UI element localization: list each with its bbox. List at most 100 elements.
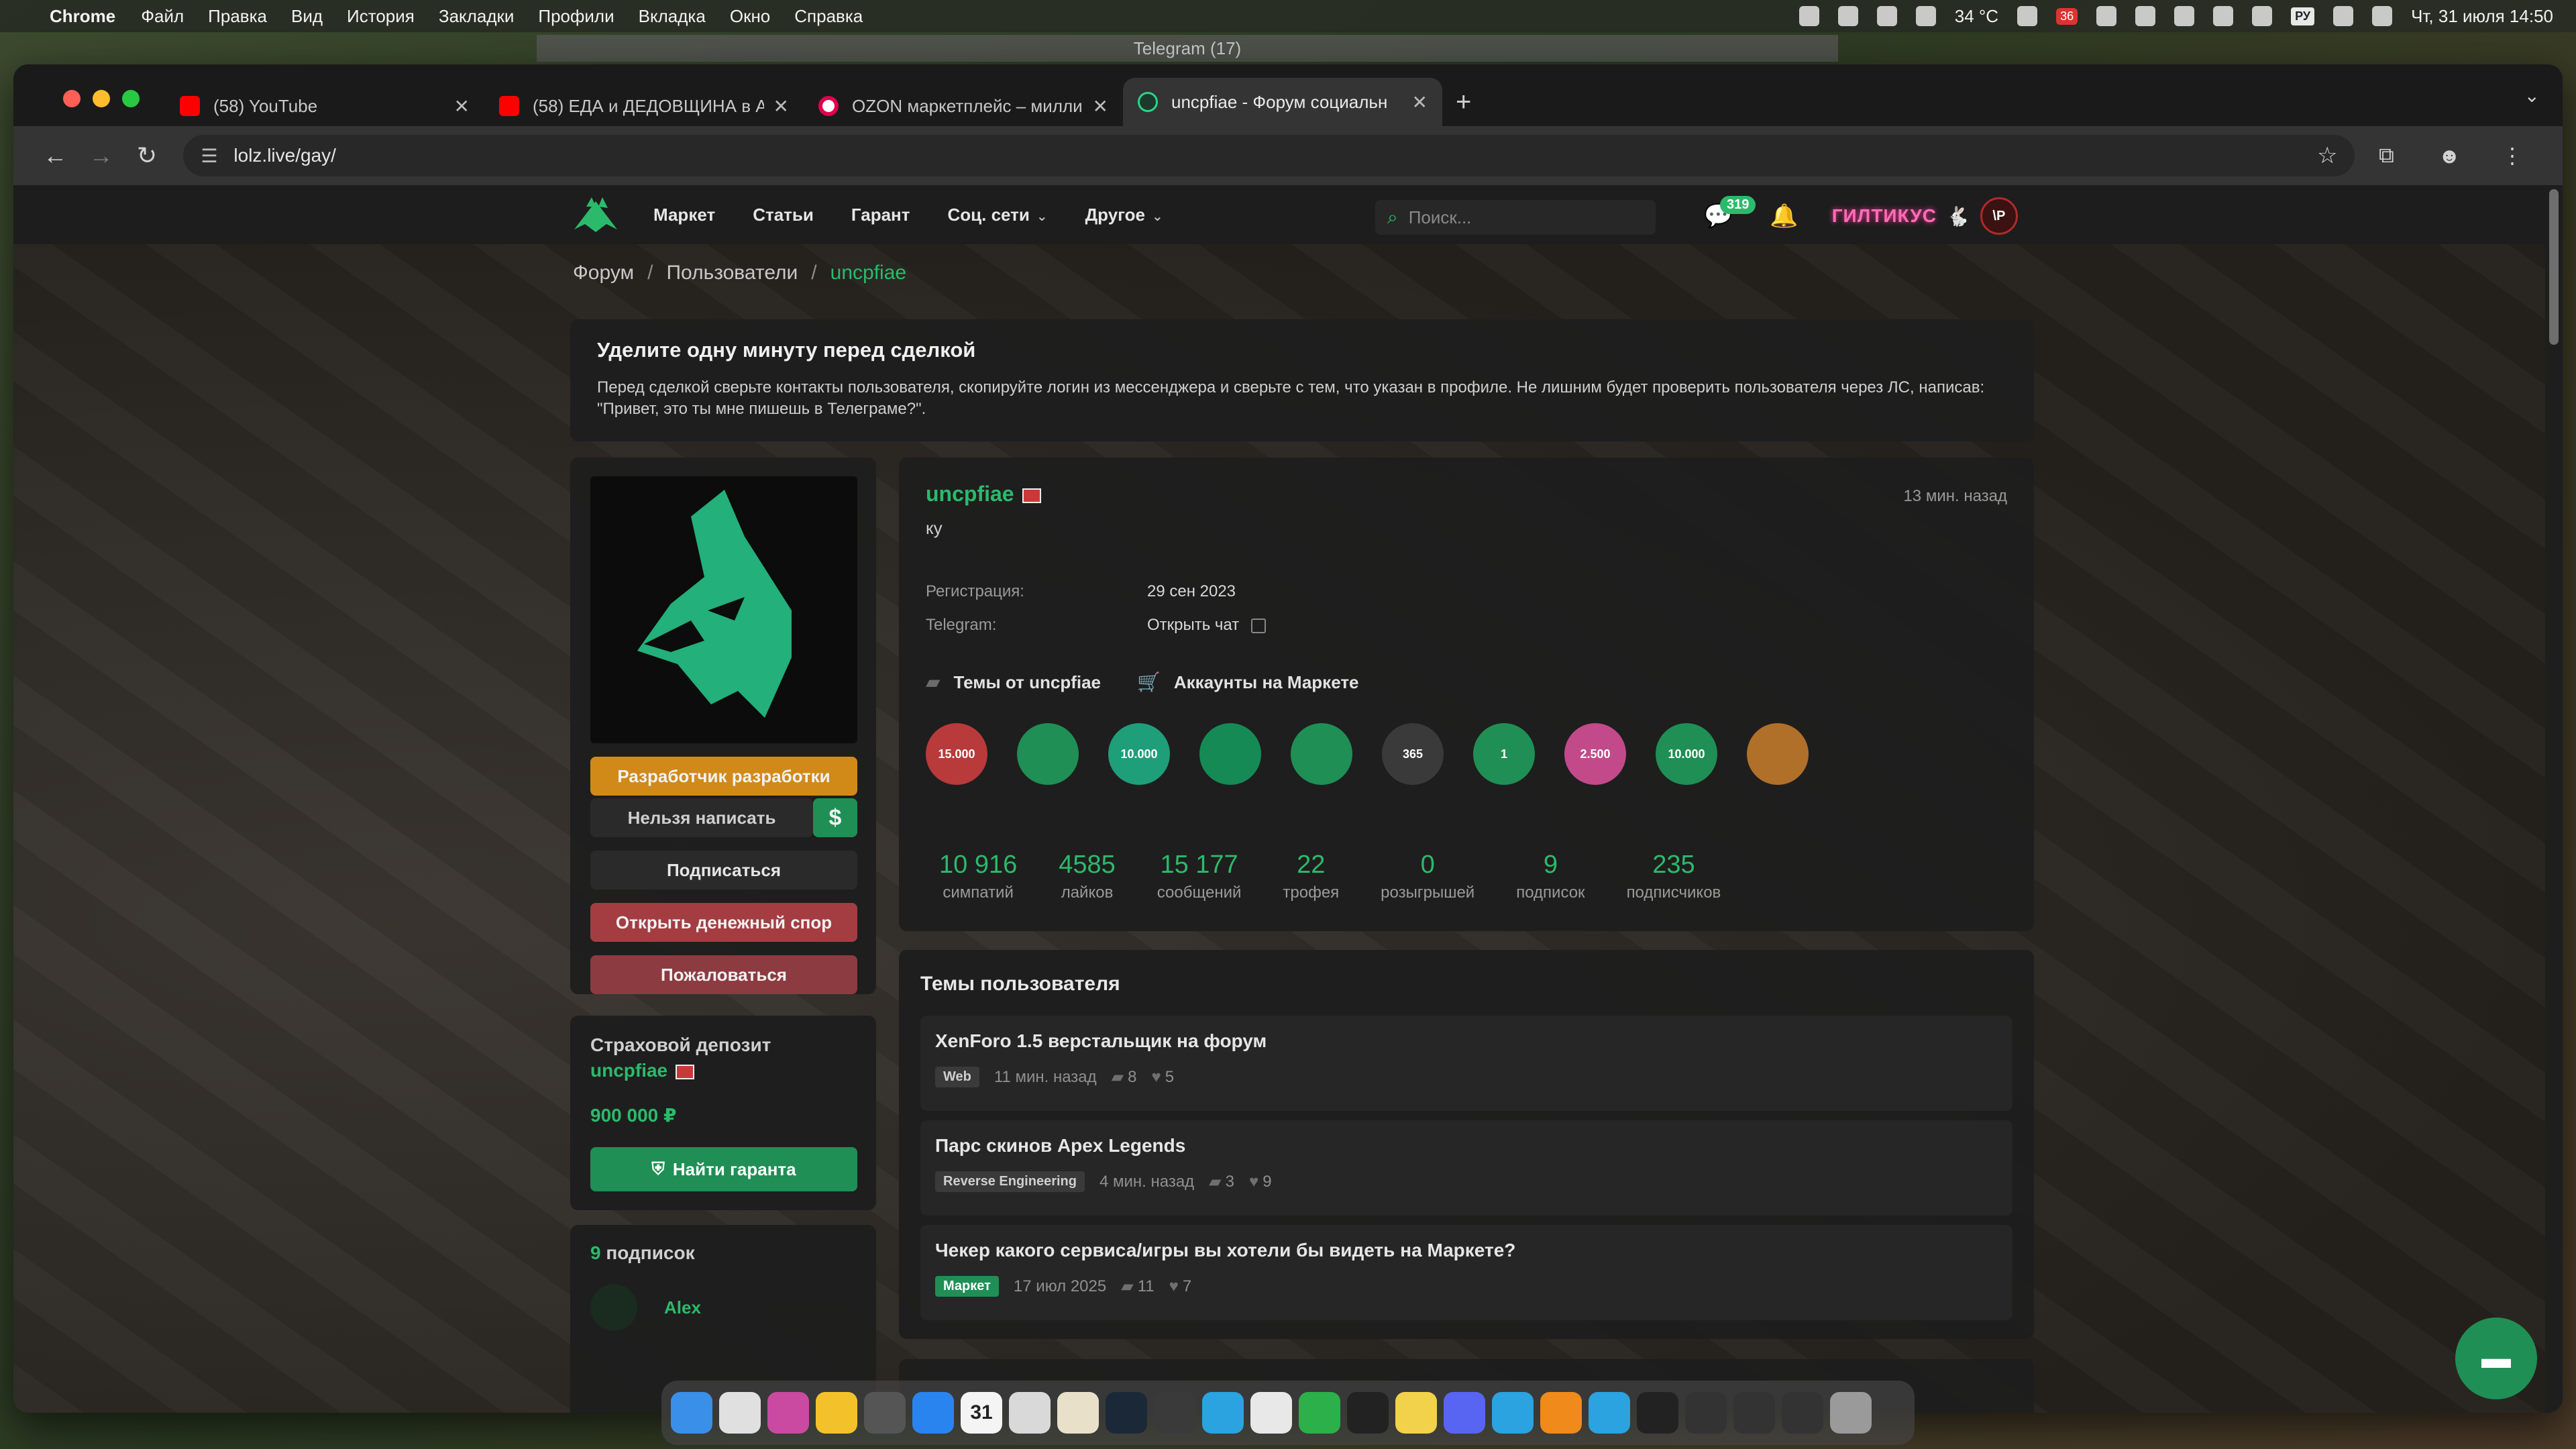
subscription-item[interactable]: Alex: [590, 1284, 856, 1331]
menu-file[interactable]: Файл: [141, 6, 184, 27]
trophy-badge[interactable]: [1017, 723, 1079, 785]
current-user-avatar[interactable]: \P: [1980, 197, 2018, 235]
new-tab-plus-icon[interactable]: +: [1456, 87, 1471, 126]
wordpress-tray-icon[interactable]: [2017, 6, 2038, 26]
tab-lolz-active[interactable]: uncpfiae - Форум социальн ✕: [1123, 78, 1442, 126]
thread-item[interactable]: Парс скинов Apex Legends Reverse Engineer…: [920, 1120, 2012, 1216]
telegram-icon-3[interactable]: [1589, 1392, 1630, 1434]
menu-help[interactable]: Справка: [794, 6, 863, 27]
subscribe-button[interactable]: Подписаться: [590, 851, 857, 890]
settings-icon[interactable]: [864, 1392, 906, 1434]
wifi-off-icon[interactable]: [2252, 6, 2273, 26]
nav-other[interactable]: Другое ⌄: [1085, 205, 1163, 225]
trophy-badge[interactable]: 10.000: [1656, 723, 1717, 785]
find-guarantor-button[interactable]: ⛨ Найти гаранта: [590, 1147, 857, 1191]
app-tray-icon[interactable]: [1837, 6, 1858, 26]
close-tab-icon[interactable]: ✕: [454, 95, 470, 117]
nav-guarantor[interactable]: Гарант: [851, 205, 910, 225]
close-window-button[interactable]: [63, 90, 80, 107]
calendar-icon[interactable]: 31: [961, 1392, 1002, 1434]
reload-icon[interactable]: ↻: [124, 142, 170, 170]
keyboard-layout[interactable]: РУ: [2291, 7, 2315, 25]
zoom-window-button[interactable]: [122, 90, 140, 107]
stat-item[interactable]: 15 177 сообщений: [1157, 851, 1242, 902]
back-arrow-icon[interactable]: ←: [32, 142, 78, 170]
scrollbar[interactable]: [2545, 185, 2563, 1413]
deposit-user[interactable]: uncpfiae: [590, 1060, 856, 1081]
copy-icon[interactable]: [1251, 618, 1267, 633]
stat-item[interactable]: 10 916 симпатий: [939, 851, 1017, 902]
telegram-tray-icon-2[interactable]: [1915, 6, 1936, 26]
trophy-badge[interactable]: 2.500: [1564, 723, 1626, 785]
thread-tag[interactable]: Маркет: [935, 1276, 999, 1297]
profile-avatar[interactable]: [590, 476, 857, 743]
volume-icon[interactable]: [2174, 6, 2195, 26]
chatgpt-icon[interactable]: [1250, 1392, 1292, 1434]
kebab-menu-icon[interactable]: ⋮: [2481, 143, 2544, 168]
breadcrumb-current[interactable]: uncpfiae: [830, 262, 906, 284]
stat-item[interactable]: 0 розыгрышей: [1381, 851, 1474, 902]
chrome-icon[interactable]: [719, 1392, 761, 1434]
url-text[interactable]: lolz.live/gay/: [233, 145, 2317, 166]
cannot-write-button[interactable]: Нельзя написать: [590, 798, 813, 837]
thread-tag[interactable]: Reverse Engineering: [935, 1171, 1085, 1192]
trophy-badge[interactable]: 1: [1473, 723, 1535, 785]
menu-edit[interactable]: Правка: [208, 6, 267, 27]
subscription-name[interactable]: Alex: [664, 1297, 701, 1318]
steam-icon[interactable]: [1106, 1392, 1147, 1434]
tab-youtube[interactable]: (58) YouTube ✕: [165, 86, 484, 126]
shazam-tray-icon[interactable]: [1876, 6, 1897, 26]
report-button[interactable]: Пожаловаться: [590, 955, 857, 994]
close-tab-icon[interactable]: ✕: [1093, 95, 1108, 117]
open-dispute-button[interactable]: Открыть денежный спор: [590, 903, 857, 942]
appstore-icon[interactable]: [912, 1392, 954, 1434]
trophy-badge[interactable]: 365: [1382, 723, 1444, 785]
nav-social[interactable]: Соц. сети ⌄: [948, 205, 1048, 225]
tab-youtube-video[interactable]: (58) ЕДА и ДЕДОВЩИНА в А ✕: [484, 86, 804, 126]
activity-icon[interactable]: [1637, 1392, 1678, 1434]
conversations-icon[interactable]: 💬 319: [1704, 196, 1756, 229]
developer-title-badge[interactable]: Разработчик разработки: [590, 757, 857, 796]
subscription-avatar[interactable]: [590, 1284, 637, 1331]
clock[interactable]: Чт, 31 июля 14:50: [2411, 6, 2553, 27]
profile-avatar-icon[interactable]: ☻: [2418, 144, 2481, 168]
nav-market[interactable]: Маркет: [653, 205, 715, 225]
arc-icon[interactable]: [767, 1392, 809, 1434]
window-3[interactable]: [1782, 1392, 1823, 1434]
thread-tag[interactable]: Web: [935, 1067, 979, 1087]
trophy-badge[interactable]: 15.000: [926, 723, 987, 785]
chat-fab-icon[interactable]: ▬: [2455, 1318, 2537, 1399]
thread-title[interactable]: Парс скинов Apex Legends: [935, 1135, 1998, 1157]
vpn-tray-icon[interactable]: [2096, 6, 2117, 26]
thread-item[interactable]: Чекер какого сервиса/игры вы хотели бы в…: [920, 1225, 2012, 1320]
wordpress-tray-icon-2[interactable]: [2135, 6, 2156, 26]
dollar-transfer-button[interactable]: $: [813, 798, 857, 837]
control-center-icon[interactable]: [2372, 6, 2393, 26]
notes-icon[interactable]: [1009, 1392, 1051, 1434]
trophy-badge[interactable]: [1747, 723, 1809, 785]
close-tab-icon[interactable]: ✕: [773, 95, 789, 117]
profile-username[interactable]: uncpfiae: [926, 482, 1041, 506]
forward-arrow-icon[interactable]: →: [78, 142, 123, 170]
telegram-open-chat[interactable]: Открыть чат: [1147, 616, 1267, 635]
minimize-window-button[interactable]: [93, 90, 110, 107]
bookmark-star-icon[interactable]: ☆: [2317, 142, 2337, 169]
breadcrumb-users[interactable]: Пользователи: [666, 262, 798, 284]
battery-badge[interactable]: 36: [2056, 7, 2078, 25]
thread-title[interactable]: XenForo 1.5 верстальщик на форум: [935, 1030, 1998, 1052]
finder-icon[interactable]: [671, 1392, 712, 1434]
trophy-badge[interactable]: 10.000: [1108, 723, 1170, 785]
telegram-icon-2[interactable]: [1492, 1392, 1534, 1434]
sublime-icon[interactable]: [1540, 1392, 1582, 1434]
stat-item[interactable]: 9 подписок: [1516, 851, 1585, 902]
stat-item[interactable]: 22 трофея: [1283, 851, 1339, 902]
address-bar[interactable]: ☰ lolz.live/gay/ ☆: [183, 135, 2355, 176]
app-menu-chrome[interactable]: Chrome: [50, 6, 115, 27]
terminal-icon[interactable]: [1347, 1392, 1389, 1434]
tab-ozon[interactable]: OZON маркетплейс – милли ✕: [804, 86, 1123, 126]
lolz-logo-icon[interactable]: [572, 195, 620, 235]
telegram-icon[interactable]: [1202, 1392, 1244, 1434]
menu-bookmarks[interactable]: Закладки: [439, 6, 515, 27]
menu-profiles[interactable]: Профили: [538, 6, 614, 27]
window-2[interactable]: [1733, 1392, 1775, 1434]
